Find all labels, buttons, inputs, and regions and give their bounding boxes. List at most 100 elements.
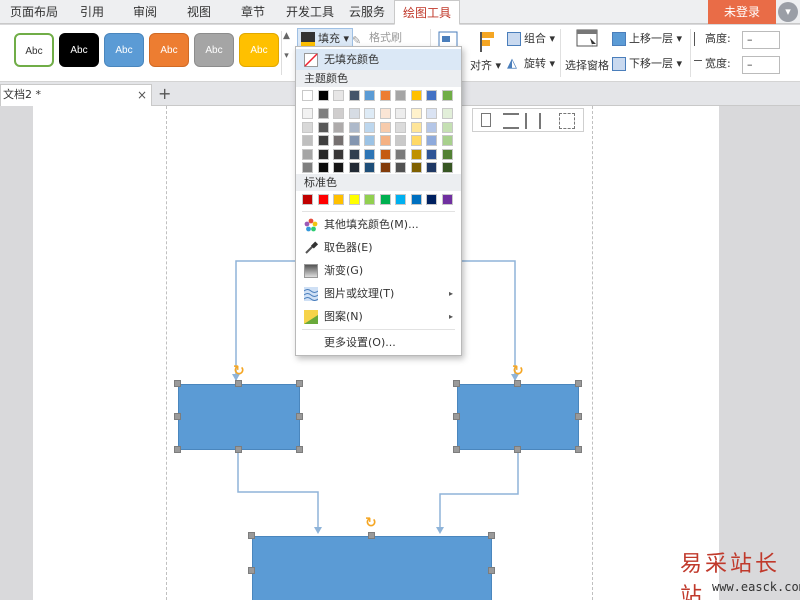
theme-shade-swatch[interactable]	[317, 162, 329, 173]
theme-color-swatch[interactable]	[317, 90, 329, 101]
theme-shade-swatch[interactable]	[348, 148, 360, 160]
theme-shade-swatch[interactable]	[333, 162, 344, 173]
theme-shade-swatch[interactable]	[379, 108, 391, 119]
theme-shade-swatch[interactable]	[333, 121, 344, 133]
theme-shade-swatch[interactable]	[395, 121, 406, 133]
resize-handle[interactable]	[575, 446, 582, 453]
more-fill-colors-option[interactable]: 其他填充颜色(M)...	[296, 214, 461, 236]
standard-color-swatch[interactable]	[441, 194, 453, 205]
theme-shade-swatch[interactable]	[317, 108, 329, 119]
resize-handle[interactable]	[235, 380, 242, 387]
theme-shade-swatch[interactable]	[410, 162, 422, 173]
standard-color-swatch[interactable]	[410, 194, 422, 205]
standard-color-swatch[interactable]	[364, 194, 375, 205]
theme-shade-swatch[interactable]	[395, 108, 406, 119]
resize-handle[interactable]	[575, 413, 582, 420]
theme-shade-swatch[interactable]	[317, 121, 329, 133]
theme-shade-swatch[interactable]	[441, 121, 453, 133]
theme-shade-swatch[interactable]	[426, 121, 437, 133]
resize-handle[interactable]	[575, 380, 582, 387]
theme-shade-swatch[interactable]	[410, 135, 422, 146]
theme-shade-swatch[interactable]	[364, 108, 375, 119]
theme-shade-swatch[interactable]	[410, 121, 422, 133]
resize-handle[interactable]	[488, 567, 495, 574]
rotate-handle-icon[interactable]: ↻	[512, 364, 526, 378]
theme-color-swatch[interactable]	[426, 90, 437, 101]
theme-shade-swatch[interactable]	[426, 135, 437, 146]
resize-handle[interactable]	[174, 380, 181, 387]
theme-shade-swatch[interactable]	[441, 148, 453, 160]
theme-shade-swatch[interactable]	[379, 148, 391, 160]
theme-shade-swatch[interactable]	[379, 121, 391, 133]
theme-color-swatch[interactable]	[395, 90, 406, 101]
theme-color-swatch[interactable]	[348, 90, 360, 101]
no-fill-option[interactable]: 无填充颜色	[296, 49, 461, 71]
resize-handle[interactable]	[453, 413, 460, 420]
resize-handle[interactable]	[453, 446, 460, 453]
theme-shade-swatch[interactable]	[441, 162, 453, 173]
gradient-option[interactable]: 渐变(G)	[296, 260, 461, 282]
resize-handle[interactable]	[174, 413, 181, 420]
theme-shade-swatch[interactable]	[364, 121, 375, 133]
theme-shade-swatch[interactable]	[348, 121, 360, 133]
theme-color-swatch[interactable]	[333, 90, 344, 101]
theme-color-swatch[interactable]	[302, 90, 313, 101]
theme-shade-swatch[interactable]	[379, 162, 391, 173]
theme-shade-swatch[interactable]	[333, 108, 344, 119]
theme-shade-swatch[interactable]	[333, 148, 344, 160]
resize-handle[interactable]	[368, 532, 375, 539]
more-settings-option[interactable]: 更多设置(O)...	[296, 332, 461, 354]
standard-color-swatch[interactable]	[379, 194, 391, 205]
theme-shade-swatch[interactable]	[333, 135, 344, 146]
theme-shade-swatch[interactable]	[426, 148, 437, 160]
resize-handle[interactable]	[296, 380, 303, 387]
theme-shade-swatch[interactable]	[302, 135, 313, 146]
resize-handle[interactable]	[296, 446, 303, 453]
resize-handle[interactable]	[514, 446, 521, 453]
theme-shade-swatch[interactable]	[317, 135, 329, 146]
theme-shade-swatch[interactable]	[395, 162, 406, 173]
resize-handle[interactable]	[514, 380, 521, 387]
flowchart-box-left[interactable]	[178, 384, 300, 450]
theme-shade-swatch[interactable]	[302, 108, 313, 119]
standard-color-swatch[interactable]	[395, 194, 406, 205]
theme-shade-swatch[interactable]	[348, 162, 360, 173]
standard-color-swatch[interactable]	[333, 194, 344, 205]
theme-color-swatch[interactable]	[441, 90, 453, 101]
eyedropper-option[interactable]: 取色器(E)	[296, 237, 461, 259]
standard-color-swatch[interactable]	[426, 194, 437, 205]
theme-shade-swatch[interactable]	[348, 135, 360, 146]
theme-color-swatch[interactable]	[364, 90, 375, 101]
pattern-option[interactable]: 图案(N) ▸	[296, 306, 461, 328]
resize-handle[interactable]	[248, 532, 255, 539]
rotate-handle-icon[interactable]: ↻	[365, 516, 379, 530]
theme-shade-swatch[interactable]	[441, 108, 453, 119]
rotate-handle-icon[interactable]: ↻	[233, 364, 247, 378]
theme-shade-swatch[interactable]	[302, 148, 313, 160]
theme-shade-swatch[interactable]	[426, 162, 437, 173]
standard-color-swatch[interactable]	[302, 194, 313, 205]
standard-color-swatch[interactable]	[348, 194, 360, 205]
theme-shade-swatch[interactable]	[364, 162, 375, 173]
theme-shade-swatch[interactable]	[426, 108, 437, 119]
resize-handle[interactable]	[248, 567, 255, 574]
theme-shade-swatch[interactable]	[302, 121, 313, 133]
resize-handle[interactable]	[235, 446, 242, 453]
theme-shade-swatch[interactable]	[410, 108, 422, 119]
theme-shade-swatch[interactable]	[395, 135, 406, 146]
picture-texture-option[interactable]: 图片或纹理(T) ▸	[296, 283, 461, 305]
theme-shade-swatch[interactable]	[317, 148, 329, 160]
theme-shade-swatch[interactable]	[364, 148, 375, 160]
theme-shade-swatch[interactable]	[348, 108, 360, 119]
flowchart-box-right[interactable]	[457, 384, 579, 450]
resize-handle[interactable]	[174, 446, 181, 453]
theme-shade-swatch[interactable]	[302, 162, 313, 173]
theme-shade-swatch[interactable]	[441, 135, 453, 146]
theme-color-swatch[interactable]	[379, 90, 391, 101]
flowchart-box-bottom[interactable]	[252, 536, 492, 600]
resize-handle[interactable]	[453, 380, 460, 387]
theme-shade-swatch[interactable]	[379, 135, 391, 146]
theme-shade-swatch[interactable]	[395, 148, 406, 160]
theme-shade-swatch[interactable]	[364, 135, 375, 146]
theme-color-swatch[interactable]	[410, 90, 422, 101]
